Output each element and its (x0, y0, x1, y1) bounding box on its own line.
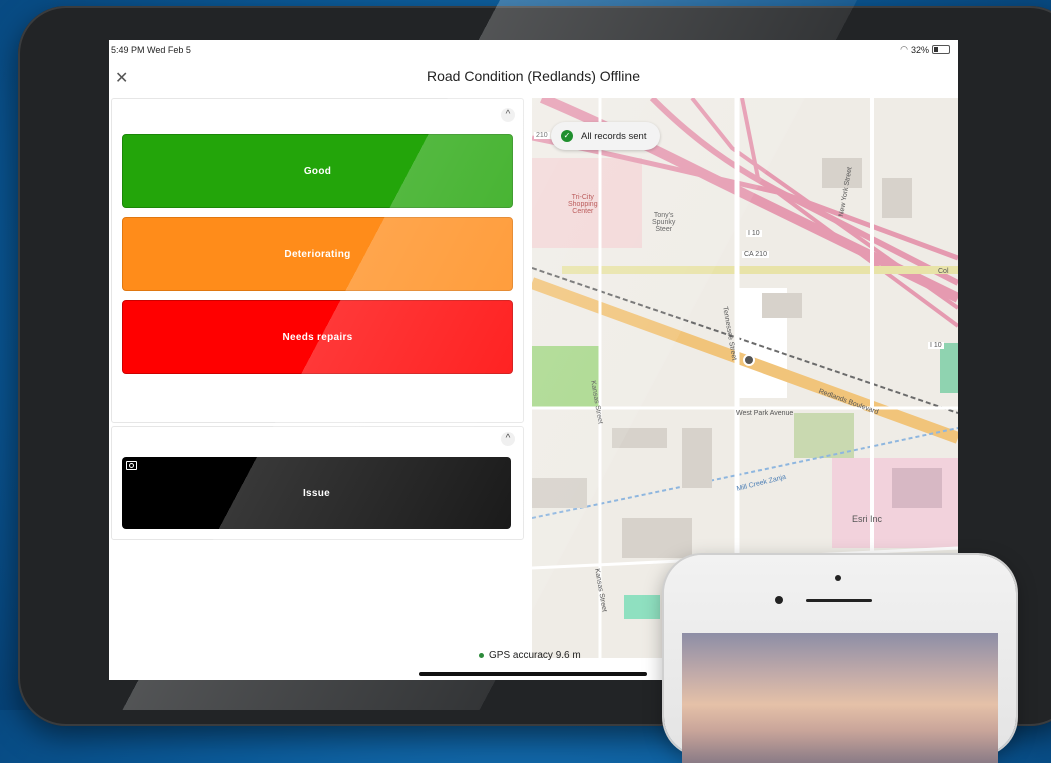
label-ca210: CA 210 (742, 251, 769, 258)
toast-text: All records sent (581, 130, 647, 142)
gps-status: GPS accuracy 9.6 m (479, 650, 581, 661)
label-west-park: West Park Avenue (736, 410, 794, 417)
green-area (794, 413, 854, 458)
status-bar: 5:49 PM Wed Feb 5 ◠ 32% (109, 40, 958, 58)
form-header: ✕ Road Condition (Redlands) Offline (109, 58, 958, 98)
battery-indicator: ◠ 32% (900, 44, 950, 55)
gps-dot-icon (479, 653, 484, 658)
pool-area (624, 595, 660, 619)
label-i210: 210 (534, 132, 550, 139)
battery-icon (932, 45, 950, 54)
location-marker (743, 354, 755, 366)
gps-accuracy: GPS accuracy 9.6 m (489, 650, 581, 661)
label-shopping: Tri-City Shopping Center (568, 194, 598, 215)
label-i10-a: I 10 (746, 230, 762, 237)
issue-group: ^ Issue (111, 426, 524, 540)
green-area-2 (940, 343, 958, 393)
phone-device (664, 555, 1016, 763)
page-title: Road Condition (Redlands) Offline (427, 68, 640, 84)
survey-form: ^ Good Deteriorating Needs repairs ^ Iss… (109, 98, 532, 680)
phone-screen-sky (682, 633, 998, 763)
collapse-issue-icon[interactable]: ^ (501, 432, 515, 446)
good-button[interactable]: Good (122, 134, 513, 208)
label-i10-b: I 10 (928, 342, 944, 349)
check-icon: ✓ (561, 130, 573, 142)
home-indicator[interactable] (419, 672, 647, 676)
label-esri: Esri Inc (852, 514, 883, 524)
status-time: 5:49 PM Wed Feb 5 (111, 45, 191, 55)
needs-repairs-button[interactable]: Needs repairs (122, 300, 513, 374)
label-tonys: Tony's Spunky Steer (652, 212, 676, 233)
condition-group: ^ Good Deteriorating Needs repairs (111, 98, 524, 423)
park-area (532, 346, 600, 408)
camera-dot-icon (835, 575, 841, 581)
wifi-icon: ◠ (900, 44, 908, 54)
sync-toast: ✓ All records sent (551, 122, 661, 150)
collapse-condition-icon[interactable]: ^ (501, 108, 515, 122)
label-col: Col (938, 268, 949, 275)
issue-photo-button[interactable]: Issue (122, 457, 511, 529)
deteriorating-button[interactable]: Deteriorating (122, 217, 513, 291)
speaker-icon (806, 599, 872, 602)
camera-icon (126, 461, 137, 470)
front-camera-icon (775, 596, 783, 604)
issue-label: Issue (302, 487, 331, 499)
battery-percent: 32% (910, 44, 929, 55)
